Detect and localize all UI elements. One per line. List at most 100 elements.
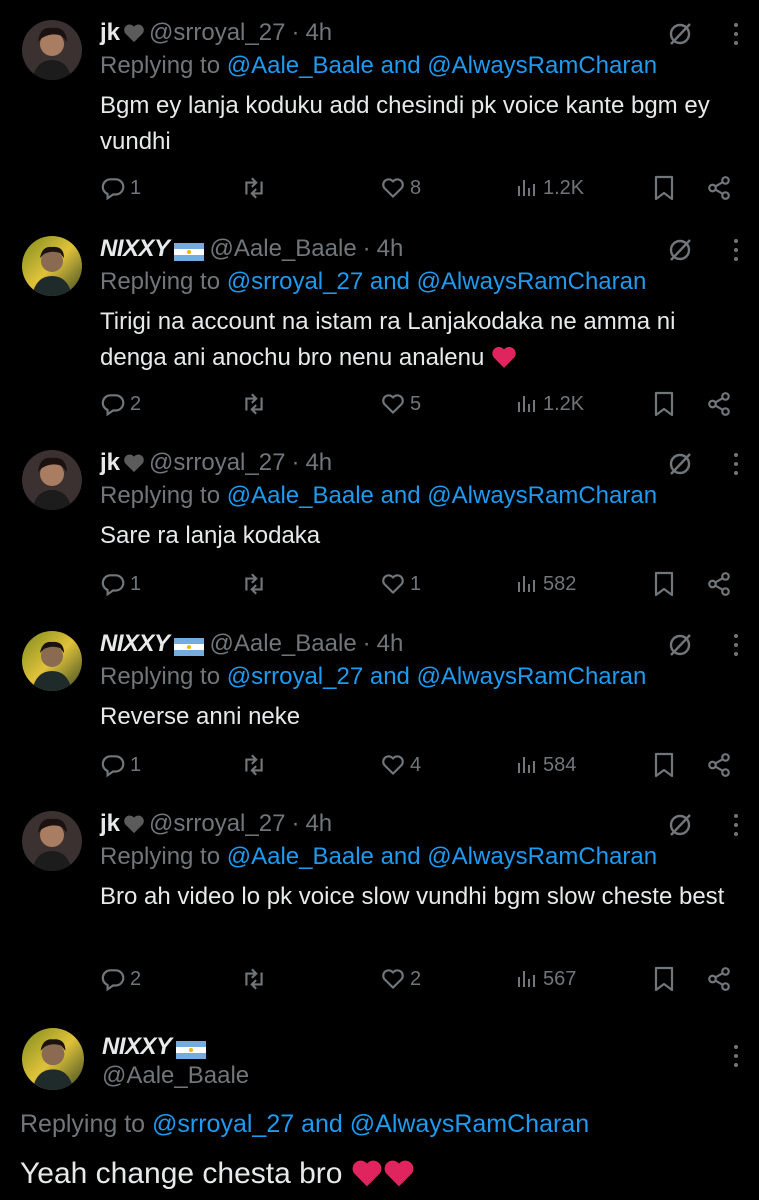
mention-link[interactable]: @AlwaysRamCharan [427,482,657,509]
mention-link[interactable]: @srroyal_27 [227,268,363,295]
share-button[interactable] [706,961,732,997]
retweet-button[interactable] [240,961,272,997]
share-button[interactable] [706,170,732,206]
display-name[interactable]: jk [100,449,120,477]
retweet-button[interactable] [240,386,272,422]
bookmark-button[interactable] [652,747,676,783]
retweet-button[interactable] [240,566,272,602]
views-button[interactable]: 584 [515,747,576,783]
views-button[interactable]: 582 [515,566,576,602]
grok-icon[interactable] [667,237,693,263]
mention-link[interactable]: @AlwaysRamCharan [350,1110,589,1138]
handle[interactable]: @Aale_Baale [210,235,357,263]
more-options-icon[interactable] [733,814,739,836]
avatar[interactable] [22,811,82,871]
views-icon [518,180,535,196]
timestamp[interactable]: 4h [305,19,332,47]
views-button[interactable]: 1.2K [515,386,584,422]
replying-to: Replying to @Aale_Baale and @AlwaysRamCh… [100,52,657,80]
focused-name-row: NIXXY [102,1032,212,1062]
handle[interactable]: @Aale_Baale [210,630,357,658]
tweet[interactable]: NIXXY @Aale_Baale · 4h Replying to @srro… [0,234,759,434]
display-name[interactable]: jk [100,19,120,47]
view-count: 567 [543,967,577,990]
avatar[interactable] [22,20,82,80]
bookmark-icon [654,752,674,778]
bookmark-button[interactable] [652,170,676,206]
retweet-button[interactable] [240,747,272,783]
tweet[interactable]: NIXXY @Aale_Baale · 4h Replying to @srro… [0,629,759,799]
handle[interactable]: @srroyal_27 [149,19,285,47]
views-button[interactable]: 1.2K [515,170,584,206]
avatar[interactable] [22,450,82,510]
view-count: 1.2K [543,392,585,415]
replying-label: Replying to [100,843,221,870]
timestamp[interactable]: 4h [305,810,332,838]
display-name[interactable]: NIXXY [100,630,170,658]
heart-icon [382,394,404,414]
like-button[interactable]: 4 [380,747,421,783]
mention-link[interactable]: @AlwaysRamCharan [427,843,657,870]
more-options-icon[interactable] [733,1045,739,1067]
display-name[interactable]: jk [100,810,120,838]
black-heart-icon [124,24,144,43]
like-count: 8 [410,176,422,199]
display-name[interactable]: NIXXY [102,1033,172,1061]
tweet[interactable]: jk @srroyal_27 · 4h Replying to @Aale_Ba… [0,18,759,218]
like-button[interactable]: 8 [380,170,421,206]
like-button[interactable]: 1 [380,566,421,602]
grok-icon[interactable] [667,812,693,838]
tweet[interactable]: jk @srroyal_27 · 4h Replying to @Aale_Ba… [0,809,759,1009]
reply-button[interactable]: 1 [100,747,141,783]
timestamp[interactable]: 4h [305,449,332,477]
bookmark-button[interactable] [652,566,676,602]
bookmark-button[interactable] [652,386,676,422]
replying-to: Replying to @srroyal_27 and @AlwaysRamCh… [100,268,646,296]
retweet-button[interactable] [240,170,272,206]
more-options-icon[interactable] [733,453,739,475]
retweet-icon [245,968,263,990]
more-options-icon[interactable] [733,239,739,261]
share-button[interactable] [706,386,732,422]
heart-icon [382,574,404,594]
reply-button[interactable]: 1 [100,170,141,206]
more-options-icon[interactable] [733,634,739,656]
share-button[interactable] [706,566,732,602]
bookmark-button[interactable] [652,961,676,997]
timestamp[interactable]: 4h [377,235,404,263]
display-name[interactable]: NIXXY [100,235,170,263]
reply-button[interactable]: 2 [100,386,141,422]
grok-icon[interactable] [667,21,693,47]
mention-link[interactable]: @srroyal_27 [227,663,363,690]
avatar[interactable] [22,1028,84,1090]
action-bar: 2 2 567 [100,961,740,997]
handle[interactable]: @srroyal_27 [149,449,285,477]
bookmark-icon [654,391,674,417]
tweet-header: jk @srroyal_27 · 4h [100,448,332,478]
like-button[interactable]: 5 [380,386,421,422]
reply-button[interactable]: 1 [100,566,141,602]
mention-link[interactable]: @AlwaysRamCharan [427,52,657,79]
grok-icon[interactable] [667,632,693,658]
mention-link[interactable]: @Aale_Baale [227,482,374,509]
like-button[interactable]: 2 [380,961,421,997]
separator: · [291,810,300,837]
grok-icon[interactable] [667,451,693,477]
views-button[interactable]: 567 [515,961,576,997]
reply-button[interactable]: 2 [100,961,141,997]
share-button[interactable] [706,747,732,783]
more-options-icon[interactable] [733,23,739,45]
handle[interactable]: @srroyal_27 [149,810,285,838]
handle[interactable]: @Aale_Baale [102,1062,249,1090]
avatar[interactable] [22,236,82,296]
mention-link[interactable]: @srroyal_27 [152,1110,294,1138]
mention-link[interactable]: @Aale_Baale [227,52,374,79]
mention-link[interactable]: @AlwaysRamCharan [417,268,647,295]
tweet[interactable]: jk @srroyal_27 · 4h Replying to @Aale_Ba… [0,448,759,618]
tweet-text-content: Yeah change chesta bro [20,1157,343,1190]
timestamp[interactable]: 4h [377,630,404,658]
mention-link[interactable]: @AlwaysRamCharan [417,663,647,690]
avatar[interactable] [22,631,82,691]
mention-link[interactable]: @Aale_Baale [227,843,374,870]
focused-tweet[interactable]: NIXXY @Aale_Baale Replying to @srroyal_2… [0,1028,759,1200]
